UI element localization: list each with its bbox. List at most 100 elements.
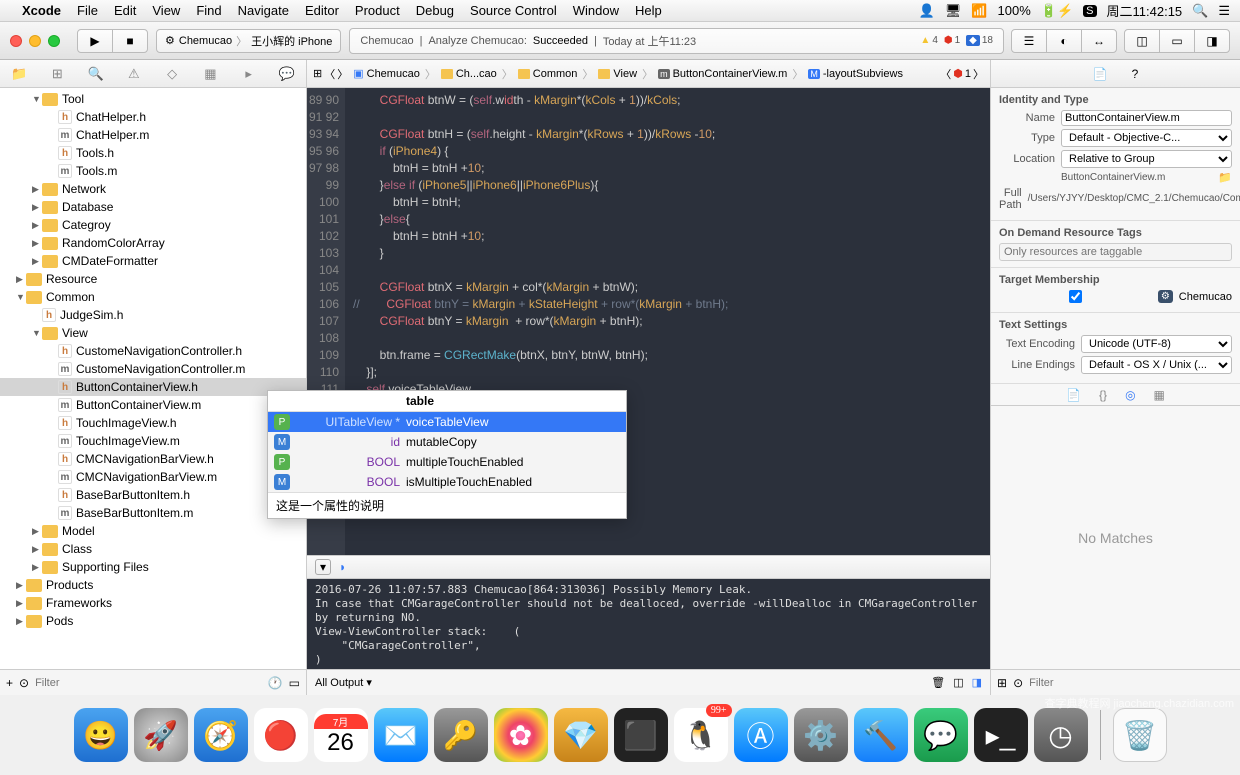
wifi-icon[interactable]: 📶 (971, 3, 987, 19)
back-button[interactable]: 〈 (324, 66, 335, 82)
safari-app-icon[interactable]: 🧭 (194, 708, 248, 762)
tree-item[interactable]: mBaseBarButtonItem.m (0, 504, 306, 522)
scheme-selector[interactable]: ⚙ Chemucao 〉 王小辉的 iPhone (156, 29, 341, 53)
menu-edit[interactable]: Edit (114, 3, 136, 18)
tree-item[interactable]: ▶Categroy (0, 216, 306, 234)
autocomplete-option[interactable]: MBOOLisMultipleTouchEnabled (268, 472, 626, 492)
toggle-inspector-button[interactable]: ◨ (1194, 29, 1230, 53)
app-icon[interactable]: ⬛ (614, 708, 668, 762)
tree-item[interactable]: hCustomeNavigationController.h (0, 342, 306, 360)
line-endings-select[interactable]: Default - OS X / Unix (... (1081, 356, 1232, 374)
tree-item[interactable]: ▶Model (0, 522, 306, 540)
battery-icon[interactable]: 🔋⚡ (1041, 3, 1073, 19)
autocomplete-option[interactable]: PUITableView *voiceTableView (268, 412, 626, 432)
project-tree[interactable]: ▼ToolhChatHelper.hmChatHelper.mhTools.hm… (0, 88, 306, 669)
breakpoint-toggle[interactable]: ◗ (339, 560, 346, 574)
tree-item[interactable]: ▶Frameworks (0, 594, 306, 612)
tree-item[interactable]: ▶Database (0, 198, 306, 216)
trash-icon[interactable]: 🗑 (931, 676, 945, 689)
qq-app-icon[interactable]: 🐧99+ (674, 708, 728, 762)
tree-item[interactable]: hTouchImageView.h (0, 414, 306, 432)
tree-item[interactable]: hJudgeSim.h (0, 306, 306, 324)
file-type-select[interactable]: Default - Objective-C... (1061, 129, 1232, 147)
next-issue-button[interactable]: 〉 (973, 66, 984, 82)
tree-item[interactable]: hButtonContainerView.h (0, 378, 306, 396)
tree-item[interactable]: ▼Common (0, 288, 306, 306)
close-window-button[interactable] (10, 35, 22, 47)
report-navigator-tab[interactable]: 💬 (277, 64, 297, 84)
zoom-window-button[interactable] (48, 35, 60, 47)
issue-navigator-tab[interactable]: ⚠ (124, 64, 144, 84)
library-objects-icon[interactable]: ◎ (1125, 388, 1135, 402)
tree-item[interactable]: hBaseBarButtonItem.h (0, 486, 306, 504)
console-output[interactable]: 2016-07-26 11:07:57.883 Chemucao[864:313… (307, 579, 990, 669)
tree-item[interactable]: hTools.h (0, 144, 306, 162)
run-button[interactable]: ▶ (77, 29, 113, 53)
menu-view[interactable]: View (152, 3, 180, 18)
tree-item[interactable]: ▶CMDateFormatter (0, 252, 306, 270)
keychain-app-icon[interactable]: 🔑 (434, 708, 488, 762)
menu-help[interactable]: Help (635, 3, 662, 18)
navigator-filter-input[interactable] (35, 677, 262, 689)
terminal-app-icon[interactable]: ▸_ (974, 708, 1028, 762)
error-badge[interactable]: ⬢1 (944, 35, 960, 46)
library-file-templates-icon[interactable]: 📄 (1066, 388, 1081, 402)
assistant-editor-button[interactable]: ◐ (1046, 29, 1082, 53)
analyze-badge[interactable]: ◆18 (966, 35, 993, 46)
help-inspector-tab[interactable]: ? (1132, 67, 1139, 81)
tree-item[interactable]: hCMCNavigationBarView.h (0, 450, 306, 468)
file-inspector-tab[interactable]: 📄 (1093, 67, 1108, 81)
notification-center-icon[interactable]: ☰ (1218, 3, 1230, 19)
tree-item[interactable]: ▶RandomColorArray (0, 234, 306, 252)
input-method-icon[interactable]: S (1083, 5, 1096, 17)
tree-item[interactable]: mTools.m (0, 162, 306, 180)
library-code-snippets-icon[interactable]: {} (1099, 388, 1107, 402)
library-media-icon[interactable]: ▦ (1154, 388, 1165, 402)
tree-item[interactable]: mChatHelper.m (0, 126, 306, 144)
menu-find[interactable]: Find (196, 3, 221, 18)
add-icon[interactable]: + (6, 676, 13, 690)
settings-app-icon[interactable]: ⚙️ (794, 708, 848, 762)
chrome-app-icon[interactable]: 🔴 (254, 708, 308, 762)
tree-item[interactable]: ▶Class (0, 540, 306, 558)
tree-item[interactable]: mCMCNavigationBarView.m (0, 468, 306, 486)
encoding-select[interactable]: Unicode (UTF-8) (1081, 335, 1232, 353)
issue-indicator[interactable]: ⬢ (953, 67, 963, 80)
menu-navigate[interactable]: Navigate (238, 3, 289, 18)
trash-app-icon[interactable]: 🗑️ (1113, 708, 1167, 762)
file-name-input[interactable] (1061, 110, 1232, 126)
tree-item[interactable]: ▼View (0, 324, 306, 342)
clock[interactable]: 周二11:42:15 (1107, 1, 1183, 20)
menu-file[interactable]: File (77, 3, 98, 18)
tree-item[interactable]: hChatHelper.h (0, 108, 306, 126)
calendar-app-icon[interactable]: 7月26 (314, 708, 368, 762)
toggle-debug-button[interactable]: ▭ (1159, 29, 1195, 53)
test-navigator-tab[interactable]: ◇ (162, 64, 182, 84)
tree-item[interactable]: ▶Pods (0, 612, 306, 630)
tree-item[interactable]: ▶Network (0, 180, 306, 198)
sketch-app-icon[interactable]: 💎 (554, 708, 608, 762)
xcode-app-icon[interactable]: 🔨 (854, 708, 908, 762)
scm-filter-icon[interactable]: ▭ (289, 676, 300, 690)
tree-item[interactable]: ▶Products (0, 576, 306, 594)
toggle-navigator-button[interactable]: ◫ (1124, 29, 1160, 53)
finder-app-icon[interactable]: 😀 (74, 708, 128, 762)
prev-issue-button[interactable]: 〈 (940, 66, 951, 82)
find-navigator-tab[interactable]: 🔍 (86, 64, 106, 84)
show-console-icon[interactable]: ◨ (972, 676, 982, 689)
console-output-selector[interactable]: All Output ▾ (315, 676, 372, 689)
library-filter-input[interactable] (1029, 677, 1234, 689)
location-select[interactable]: Relative to Group (1061, 150, 1232, 168)
tree-item[interactable]: ▼Tool (0, 90, 306, 108)
tree-item[interactable]: mTouchImageView.m (0, 432, 306, 450)
autocomplete-option[interactable]: MidmutableCopy (268, 432, 626, 452)
show-vars-icon[interactable]: ◫ (953, 676, 963, 689)
stop-button[interactable]: ■ (112, 29, 148, 53)
wechat-app-icon[interactable]: 💬 (914, 708, 968, 762)
resource-tags-input[interactable] (999, 243, 1232, 261)
display-icon[interactable]: 🖥 (945, 3, 962, 19)
debug-navigator-tab[interactable]: ▦ (200, 64, 220, 84)
symbol-navigator-tab[interactable]: ⊞ (47, 64, 67, 84)
standard-editor-button[interactable]: ☰ (1011, 29, 1047, 53)
mail-app-icon[interactable]: ✉️ (374, 708, 428, 762)
